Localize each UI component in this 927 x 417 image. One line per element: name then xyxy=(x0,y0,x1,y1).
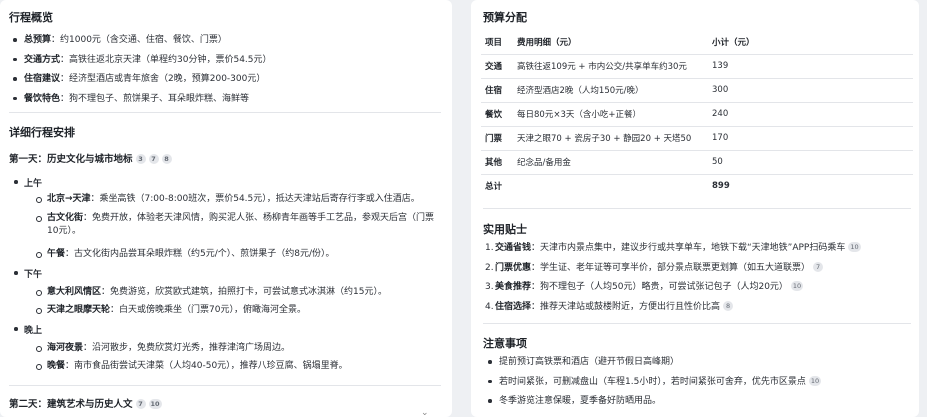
list-item: 提前预订高铁票和酒店（避开节假日高峰期） xyxy=(485,356,821,376)
list-item: 4.住宿选择：推荐天津站或鼓楼附近，方便出行且性价比高 8 xyxy=(485,300,861,321)
evening-label: 晚上 xyxy=(12,323,42,336)
table-cell: 餐饮 xyxy=(485,110,503,120)
citation-badge[interactable]: 10 xyxy=(808,375,822,386)
table-row: 餐饮 每日80元×3天（含小吃+正餐） 240 xyxy=(481,102,913,126)
column-header: 小计（元） xyxy=(712,37,755,48)
table-row: 门票 天津之眼70 + 瓷房子30 + 静园20 + 天塔50 170 xyxy=(481,126,913,150)
table-cell: 其他 xyxy=(485,158,503,168)
citation-badge[interactable]: 10 xyxy=(848,242,861,252)
budget-panel: 预算分配 项目 费用明细（元） 小计（元） 交通 高铁往返109元 + 市内公交… xyxy=(471,0,919,417)
table-row: 其他 纪念品/备用金 50 xyxy=(481,150,913,174)
table-cell: 每日80元×3天（含小吃+正餐） xyxy=(517,110,641,120)
citation-badge[interactable]: 10 xyxy=(790,281,804,291)
day1-title: 第一天：历史文化与城市地标 3 7 8 xyxy=(9,151,172,165)
table-cell: 门票 xyxy=(485,134,503,144)
citation-badge[interactable]: 10 xyxy=(148,399,162,409)
budget-table: 项目 费用明细（元） 小计（元） 交通 高铁往返109元 + 市内公交/共享单车… xyxy=(481,30,913,198)
table-cell: 住宿 xyxy=(485,86,503,96)
day2-title: 第二天：建筑艺术与历史人文 7 10 xyxy=(9,399,162,410)
list-item: 天津之眼摩天轮：白天或傍晚乘坐（门票70元），俯瞰海河全景。 xyxy=(36,304,306,317)
itinerary-panel: 行程概览 总预算：约1000元（含交通、住宿、餐饮、门票） 交通方式：高铁往返北… xyxy=(0,0,452,417)
citation-badge[interactable]: 7 xyxy=(135,399,146,409)
list-item: 餐饮特色：狗不理包子、煎饼果子、耳朵眼炸糕、海鲜等 xyxy=(10,93,272,113)
citation-badge[interactable]: 7 xyxy=(813,261,824,272)
list-item: 住宿建议：经济型酒店或青年旅舍（2晚，预算200-300元） xyxy=(10,73,272,93)
table-cell: 纪念品/备用金 xyxy=(517,158,571,168)
overview-heading: 行程概览 xyxy=(9,11,53,24)
table-total-row: 总计 899 xyxy=(481,174,913,198)
column-header: 费用明细（元） xyxy=(517,37,577,48)
scroll-down-icon[interactable]: ⌄ xyxy=(421,408,429,417)
budget-heading: 预算分配 xyxy=(483,11,527,24)
table-cell xyxy=(513,174,708,198)
table-cell: 170 xyxy=(712,133,729,143)
notes-heading: 注意事项 xyxy=(483,337,527,350)
column-header: 项目 xyxy=(485,37,503,48)
list-item: 冬季游览注意保暖，夏季备好防晒用品。 xyxy=(485,395,821,415)
list-item: 交通方式：高铁往返北京天津（单程约30分钟，票价54.5元） xyxy=(10,54,272,74)
table-cell: 240 xyxy=(712,109,729,119)
morning-label: 上午 xyxy=(12,176,42,189)
section-divider xyxy=(9,112,441,113)
table-cell: 天津之眼70 + 瓷房子30 + 静园20 + 天塔50 xyxy=(517,134,692,144)
list-item: 总预算：约1000元（含交通、住宿、餐饮、门票） xyxy=(10,34,272,54)
citation-badge[interactable]: 3 xyxy=(135,154,146,164)
table-cell: 交通 xyxy=(485,62,503,72)
citation-badge[interactable]: 8 xyxy=(723,300,734,311)
notes-list: 提前预订高铁票和酒店（避开节假日高峰期） 若时间紧张，可删减盘山（车程1.5小时… xyxy=(485,356,822,415)
section-divider xyxy=(9,385,441,386)
citation-badge[interactable]: 7 xyxy=(148,154,159,164)
list-item: 古文化街：免费开放，体验老天津风情，购买泥人张、杨柳青年画等手工艺品，参观天后宫… xyxy=(36,212,434,238)
page-scrollbar[interactable] xyxy=(920,0,927,417)
list-item: 若时间紧张，可删减盘山（车程1.5小时），若时间紧张可舍弃，优先市区景点 10 xyxy=(485,375,822,396)
list-item: 晚餐：南市食品街尝试天津菜（人均40-50元），推荐八珍豆腐、锅塌里脊。 xyxy=(36,360,348,373)
section-divider xyxy=(483,323,911,324)
list-item: 1.交通省钱：天津市内景点集中，建议步行或共享单车，地铁下载“天津地铁”APP扫… xyxy=(485,242,861,253)
table-cell: 经济型酒店2晚（人均150元/晚） xyxy=(517,86,644,96)
tips-list: 1.交通省钱：天津市内景点集中，建议步行或共享单车，地铁下载“天津地铁”APP扫… xyxy=(485,242,861,320)
table-cell: 50 xyxy=(712,157,723,167)
table-cell: 总计 xyxy=(485,182,503,193)
table-cell: 300 xyxy=(712,85,729,95)
citation-badge[interactable]: 8 xyxy=(161,154,172,164)
table-cell: 899 xyxy=(712,181,730,192)
table-row: 住宿 经济型酒店2晚（人均150元/晚） 300 xyxy=(481,78,913,102)
list-item: 2.门票优惠：学生证、老年证等可享半价，部分景点联票更划算（如五大道联票） 7 xyxy=(485,261,861,282)
afternoon-label: 下午 xyxy=(12,267,42,280)
tips-heading: 实用贴士 xyxy=(483,223,527,236)
list-item: 北京→天津：乘坐高铁（7:00-8:00班次，票价54.5元），抵达天津站后寄存… xyxy=(36,193,420,206)
section-divider xyxy=(483,208,911,209)
table-cell: 139 xyxy=(712,61,729,71)
list-item: 3.美食推荐：狗不理包子（人均50元）略贵，可尝试张记包子（人均20元） 10 xyxy=(485,281,804,292)
table-row: 交通 高铁往返109元 + 市内公交/共享单车约30元 139 xyxy=(481,54,913,78)
list-item: 海河夜景：沿河散步，免费欣赏灯光秀，推荐津湾广场周边。 xyxy=(36,342,290,355)
overview-list: 总预算：约1000元（含交通、住宿、餐饮、门票） 交通方式：高铁往返北京天津（单… xyxy=(10,34,272,112)
detail-heading: 详细行程安排 xyxy=(9,126,75,139)
list-item: 意大利风情区：免费游览，欣赏欧式建筑，拍照打卡，可尝试意式冰淇淋（约15元）。 xyxy=(36,286,387,299)
table-header-row: 项目 费用明细（元） 小计（元） xyxy=(481,30,913,54)
table-cell: 高铁往返109元 + 市内公交/共享单车约30元 xyxy=(517,62,687,72)
list-item: 午餐：古文化街内品尝耳朵眼炸糕（约5元/个）、煎饼果子（约8元/份）。 xyxy=(36,248,335,261)
